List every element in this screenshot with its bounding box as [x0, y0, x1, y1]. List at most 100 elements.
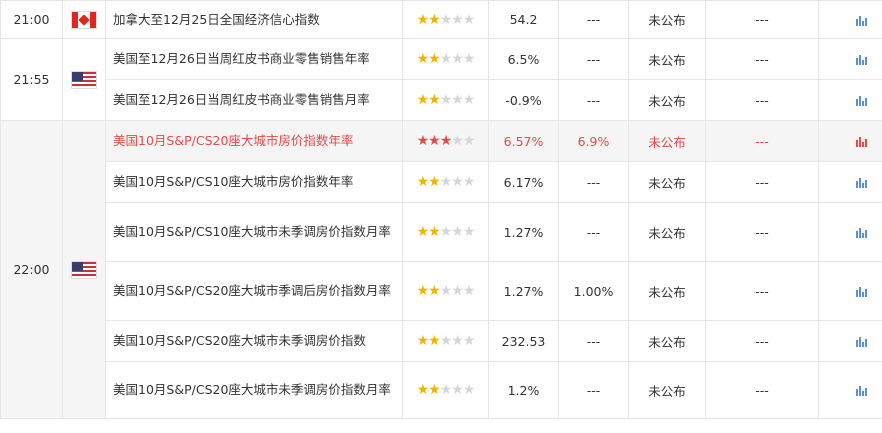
event-name[interactable]: 美国10月S&P/CS20座大城市房价指数年率	[105, 120, 403, 162]
event-time: 22:00	[0, 120, 63, 419]
bar-chart-icon[interactable]	[855, 15, 867, 26]
star-icon: ★	[451, 174, 464, 190]
country-flag-cell	[62, 120, 106, 419]
actual-value: 未公布	[628, 120, 706, 162]
impact-value: ---	[705, 0, 819, 39]
previous-value: 1.27%	[488, 261, 559, 321]
previous-value: 232.53	[488, 320, 559, 362]
importance-stars: ★★★★★	[402, 202, 489, 262]
event-row[interactable]: 21:00 加拿大至12月25日全国经济信心指数 ★★★★★ 54.2 --- 未公布 --…	[0, 0, 882, 39]
chart-button[interactable]	[818, 320, 882, 362]
star-icon: ★	[439, 92, 453, 108]
event-row[interactable]: 21:55 美国至12月26日当周红皮书商业零售销售年率 ★★★★★ 6.5% --- 未…	[0, 38, 882, 121]
impact-value: ---	[705, 202, 819, 262]
star-icon: ★	[428, 133, 441, 149]
event-row[interactable]: 美国10月S&P/CS20座大城市未季调房价指数 ★★★★★ 232.53 --- 未公…	[1, 320, 882, 362]
event-name[interactable]: 加拿大至12月25日全国经济信心指数	[105, 0, 403, 39]
star-icon: ★	[428, 333, 441, 349]
chart-button[interactable]	[818, 202, 882, 262]
star-icon: ★	[439, 51, 453, 67]
event-row[interactable]: 美国10月S&P/CS10座大城市未季调房价指数月率 ★★★★★ 1.27% --- 未…	[1, 202, 882, 262]
impact-value: ---	[705, 79, 819, 121]
event-name[interactable]: 美国10月S&P/CS20座大城市未季调房价指数月率	[105, 361, 403, 419]
importance-stars: ★★★★★	[402, 38, 489, 80]
star-icon: ★	[416, 382, 430, 398]
canada-flag-icon	[72, 11, 96, 28]
bar-chart-icon[interactable]	[855, 386, 867, 396]
star-icon: ★	[416, 283, 430, 299]
star-icon: ★	[416, 333, 430, 349]
star-icon: ★	[416, 224, 430, 240]
event-name[interactable]: 美国10月S&P/CS10座大城市未季调房价指数月率	[105, 202, 403, 262]
forecast-value: ---	[558, 38, 629, 80]
importance-stars: ★★★★★	[402, 361, 489, 419]
economic-calendar-table: 21:00 加拿大至12月25日全国经济信心指数 ★★★★★ 54.2 --- 未公布 --…	[0, 0, 882, 419]
event-name[interactable]: 美国10月S&P/CS20座大城市未季调房价指数	[105, 320, 403, 362]
previous-value: 1.2%	[488, 361, 559, 419]
impact-value: ---	[705, 261, 819, 321]
forecast-value: ---	[558, 320, 629, 362]
star-icon: ★	[439, 11, 453, 28]
bar-chart-icon[interactable]	[855, 337, 867, 347]
star-icon: ★	[462, 174, 476, 190]
star-icon: ★	[462, 92, 476, 108]
forecast-value: 6.9%	[558, 120, 629, 162]
bar-chart-icon[interactable]	[855, 137, 867, 147]
event-row[interactable]: 美国至12月26日当周红皮书商业零售销售月率 ★★★★★ -0.9% --- 未公布 --…	[1, 79, 882, 121]
star-icon: ★	[439, 224, 453, 240]
star-icon: ★	[428, 224, 441, 240]
event-name[interactable]: 美国至12月26日当周红皮书商业零售销售月率	[105, 79, 403, 121]
bar-chart-icon[interactable]	[855, 96, 867, 106]
event-name[interactable]: 美国10月S&P/CS10座大城市房价指数年率	[105, 161, 403, 203]
bar-chart-icon[interactable]	[855, 287, 867, 297]
chart-button[interactable]	[818, 361, 882, 419]
actual-value: 未公布	[628, 38, 706, 80]
star-icon: ★	[462, 11, 476, 28]
chart-button[interactable]	[818, 120, 882, 162]
forecast-value: ---	[558, 79, 629, 121]
star-icon: ★	[451, 133, 464, 149]
star-icon: ★	[428, 382, 441, 398]
star-icon: ★	[462, 382, 476, 398]
event-row[interactable]: 美国10月S&P/CS20座大城市季调后房价指数月率 ★★★★★ 1.27% 1.00…	[1, 261, 882, 321]
event-name[interactable]: 美国10月S&P/CS20座大城市季调后房价指数月率	[105, 261, 403, 321]
event-row[interactable]: 22:00 美国10月S&P/CS20座大城市房价指数年率 ★★★★★ 6.57% 6.…	[0, 120, 882, 419]
star-icon: ★	[462, 224, 476, 240]
bar-chart-icon[interactable]	[855, 55, 867, 65]
chart-button[interactable]	[818, 38, 882, 80]
previous-value: 6.17%	[488, 161, 559, 203]
actual-value: 未公布	[628, 79, 706, 121]
bar-chart-icon[interactable]	[855, 228, 867, 238]
importance-stars: ★★★★★	[402, 320, 489, 362]
star-icon: ★	[416, 174, 430, 190]
chart-button[interactable]	[818, 0, 882, 39]
star-icon: ★	[439, 283, 453, 299]
previous-value: -0.9%	[488, 79, 559, 121]
country-flag-cell	[62, 0, 106, 39]
forecast-value: ---	[558, 0, 629, 39]
event-name[interactable]: 美国至12月26日当周红皮书商业零售销售年率	[105, 38, 403, 80]
bar-chart-icon[interactable]	[855, 178, 867, 188]
actual-value: 未公布	[628, 202, 706, 262]
star-icon: ★	[451, 92, 464, 108]
chart-button[interactable]	[818, 261, 882, 321]
chart-button[interactable]	[818, 161, 882, 203]
actual-value: 未公布	[628, 320, 706, 362]
star-icon: ★	[451, 11, 464, 28]
actual-value: 未公布	[628, 261, 706, 321]
impact-value: ---	[705, 361, 819, 419]
chart-button[interactable]	[818, 79, 882, 121]
previous-value: 54.2	[488, 0, 559, 39]
actual-value: 未公布	[628, 361, 706, 419]
star-icon: ★	[428, 11, 441, 28]
previous-value: 6.5%	[488, 38, 559, 80]
star-icon: ★	[428, 92, 441, 108]
event-row[interactable]: 美国10月S&P/CS10座大城市房价指数年率 ★★★★★ 6.17% --- 未公布 -…	[1, 161, 882, 203]
impact-value: ---	[705, 120, 819, 162]
star-icon: ★	[462, 133, 476, 149]
importance-stars: ★★★★★	[402, 0, 489, 39]
actual-value: 未公布	[628, 161, 706, 203]
forecast-value: ---	[558, 361, 629, 419]
event-row[interactable]: 美国10月S&P/CS20座大城市未季调房价指数月率 ★★★★★ 1.2% --- 未公…	[1, 361, 882, 419]
impact-value: ---	[705, 320, 819, 362]
